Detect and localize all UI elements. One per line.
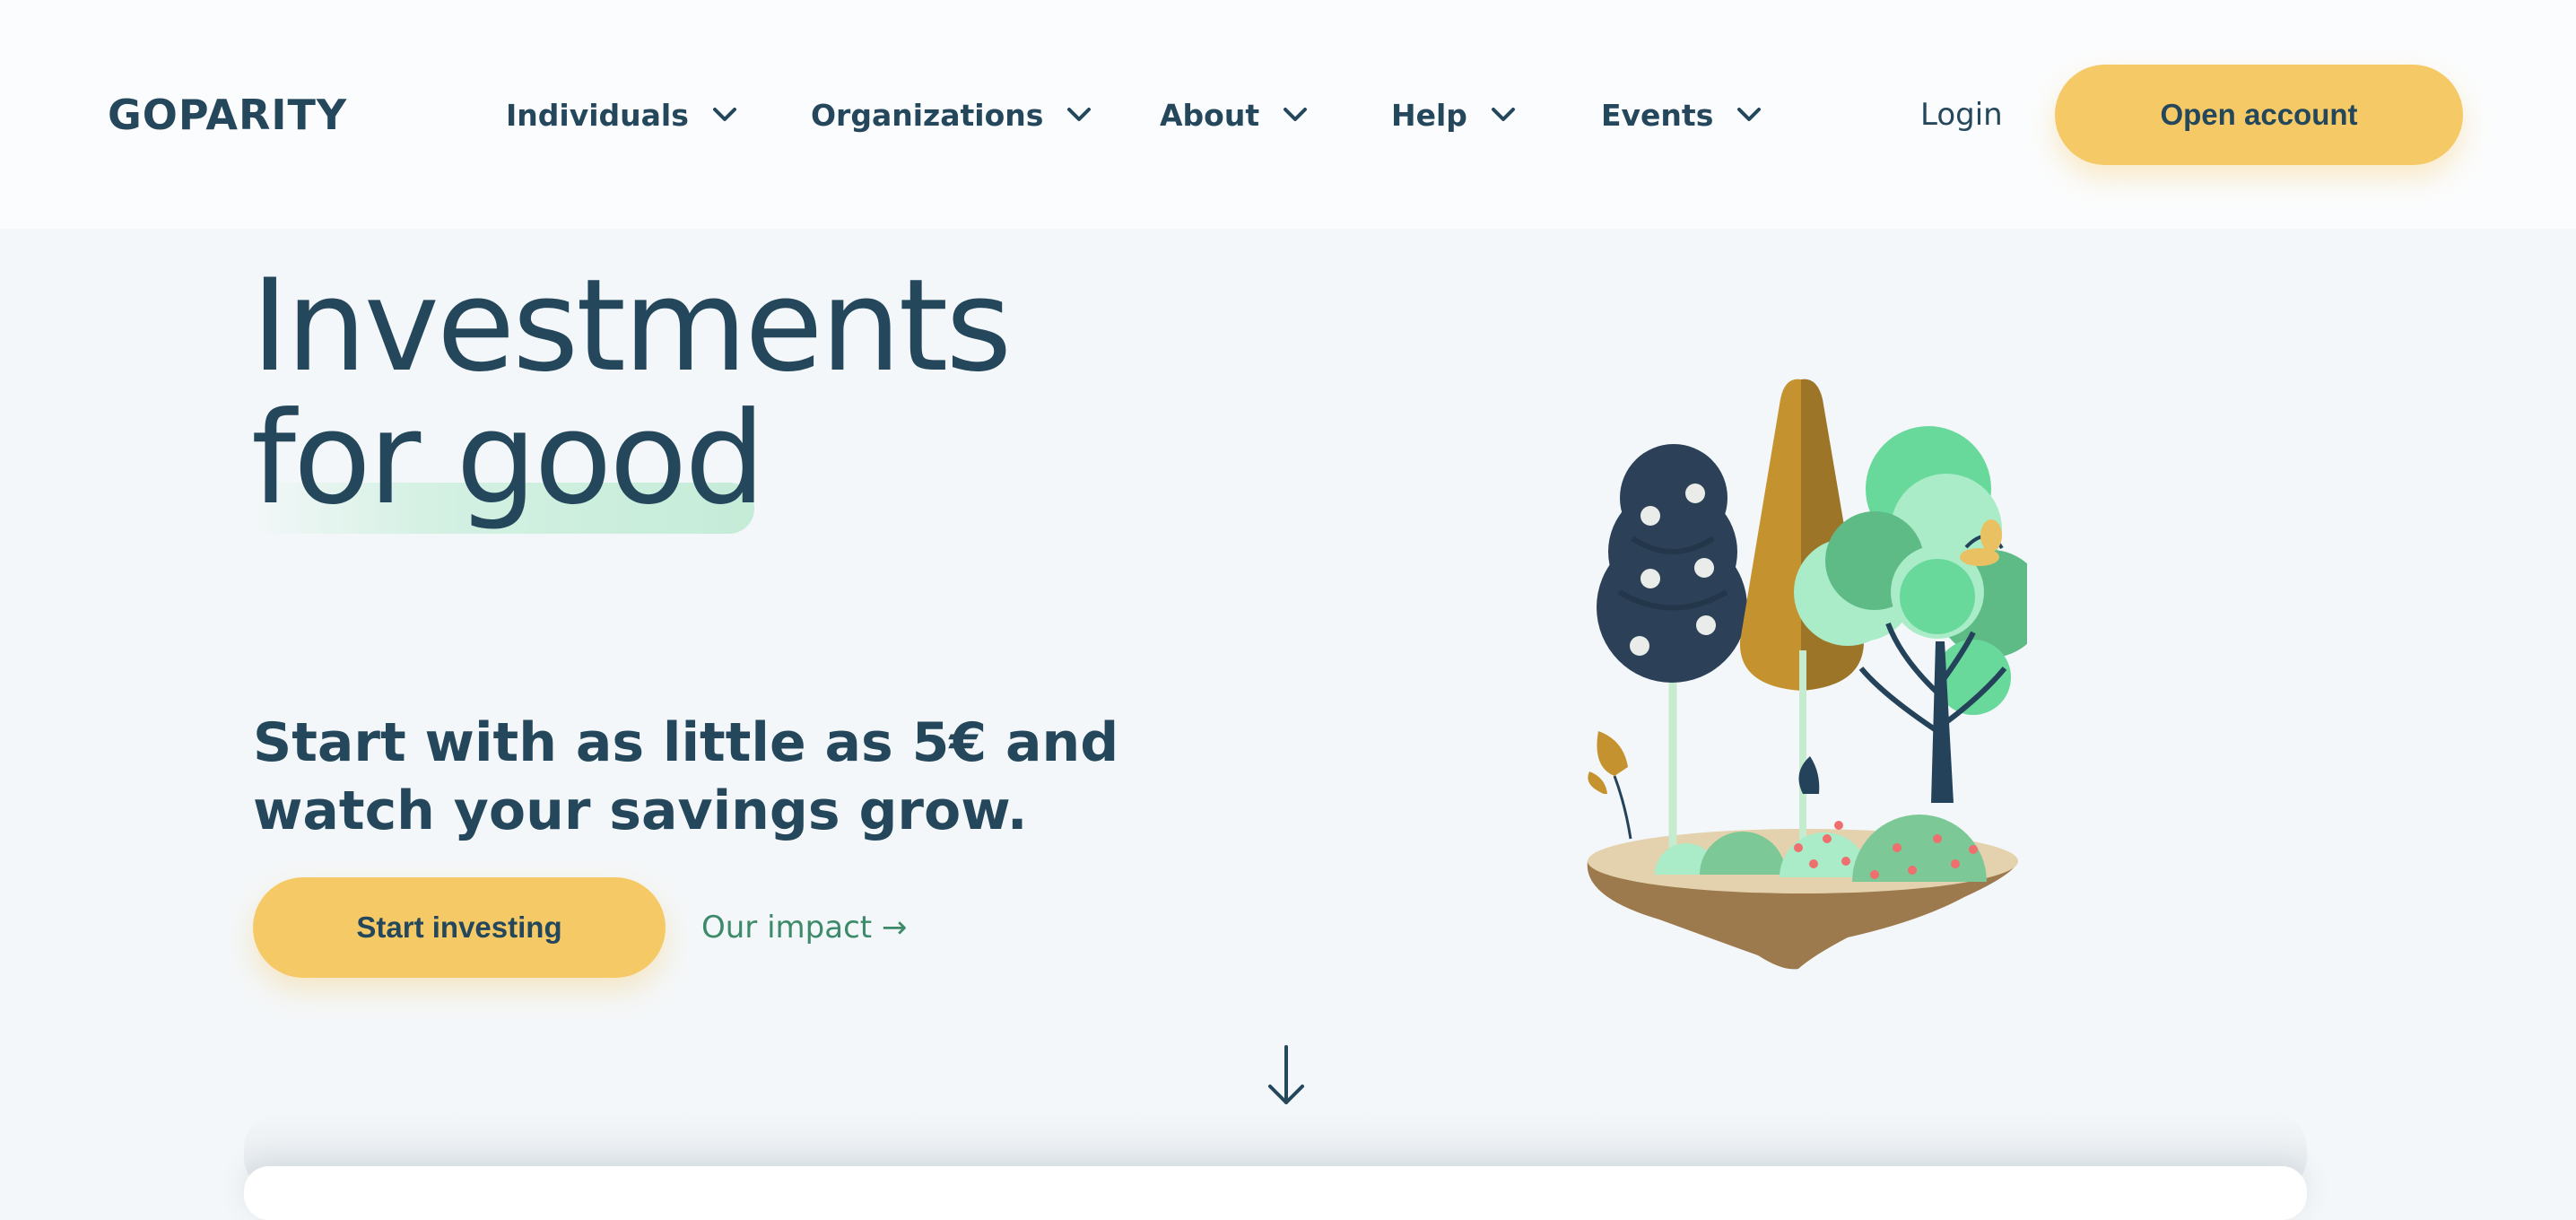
nav-events-label: Events (1601, 97, 1714, 133)
nav-help-label: Help (1391, 97, 1467, 133)
start-investing-button[interactable]: Start investing (253, 877, 666, 978)
nav-about-label: About (1160, 97, 1260, 133)
chevron-down-icon (1737, 108, 1762, 121)
floating-island-trees-illustration (1587, 379, 2027, 970)
hero-title: Investments for good (251, 252, 1012, 533)
hero-subtitle: Start with as little as 5€ and watch you… (253, 711, 1119, 842)
chevron-down-icon (712, 108, 736, 121)
nav-organizations-label: Organizations (811, 97, 1044, 133)
our-impact-link[interactable]: Our impact → (701, 908, 907, 947)
nav-individuals-label: Individuals (506, 97, 689, 133)
nav-individuals[interactable]: Individuals (506, 94, 737, 135)
site-header: GOPARITY Individuals Organizations About… (0, 0, 2576, 229)
arrow-down-icon[interactable] (1265, 1043, 1308, 1108)
nav-events[interactable]: Events (1601, 94, 1762, 135)
hero-title-line1: Investments (251, 252, 1012, 400)
nav-help[interactable]: Help (1391, 94, 1516, 135)
chevron-down-icon (1067, 108, 1092, 121)
nav-about[interactable]: About (1160, 94, 1308, 135)
goparity-logo[interactable]: GOPARITY (108, 90, 347, 140)
chevron-down-icon (1284, 108, 1308, 121)
content-card (244, 1166, 2307, 1220)
open-account-button[interactable]: Open account (2055, 65, 2463, 165)
hero-title-line2: for good (251, 385, 765, 533)
login-link[interactable]: Login (1920, 94, 2003, 135)
chevron-down-icon (1491, 108, 1515, 121)
nav-organizations[interactable]: Organizations (811, 94, 1092, 135)
